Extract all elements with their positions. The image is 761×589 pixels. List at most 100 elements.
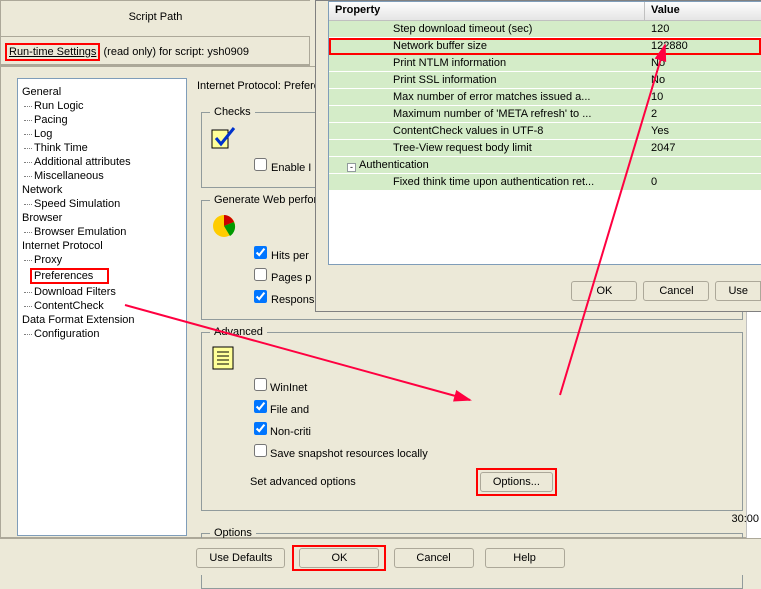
popup-button-bar: OK Cancel Use bbox=[571, 281, 761, 301]
options-button-highlight: Options... bbox=[476, 468, 557, 496]
grid-row[interactable]: Tree-View request body limit2047 bbox=[329, 140, 761, 157]
tree-network[interactable]: Network bbox=[20, 183, 184, 197]
tree-additional-attr[interactable]: Additional attributes bbox=[20, 155, 184, 169]
popup-ok-button[interactable]: OK bbox=[571, 281, 637, 301]
row-val: 0 bbox=[645, 175, 761, 189]
title-row: Run-time Settings (read only) for script… bbox=[0, 36, 310, 66]
row-val: 122880 bbox=[645, 39, 761, 53]
grid-row[interactable]: Print SSL informationNo bbox=[329, 72, 761, 89]
tree-panel: General Run Logic Pacing Log Think Time … bbox=[17, 78, 187, 536]
row-prop: ContentCheck values in UTF-8 bbox=[329, 124, 645, 138]
header-value[interactable]: Value bbox=[645, 2, 761, 20]
options-button[interactable]: Options... bbox=[480, 472, 553, 492]
options-grid: Property Value Step download timeout (se… bbox=[328, 1, 761, 265]
tree-pacing[interactable]: Pacing bbox=[20, 113, 184, 127]
fileand-checkbox[interactable] bbox=[254, 400, 267, 413]
use-defaults-button[interactable]: Use Defaults bbox=[196, 548, 285, 568]
grid-header: Property Value bbox=[329, 2, 761, 21]
tree-browser[interactable]: Browser bbox=[20, 211, 184, 225]
tree-run-logic[interactable]: Run Logic bbox=[20, 99, 184, 113]
row-val bbox=[645, 164, 761, 166]
list-icon bbox=[210, 344, 238, 372]
script-path-label: Script Path bbox=[129, 11, 183, 23]
tree-internet-protocol[interactable]: Internet Protocol bbox=[20, 239, 184, 253]
noncrit-checkbox[interactable] bbox=[254, 422, 267, 435]
tree-configuration[interactable]: Configuration bbox=[20, 327, 184, 341]
hits-checkbox[interactable] bbox=[254, 246, 267, 259]
pages-label: Pages p bbox=[271, 272, 311, 284]
grid-row-group[interactable]: - Authentication bbox=[329, 157, 761, 174]
checks-icon bbox=[210, 124, 238, 152]
winlnet-row[interactable]: WinInet bbox=[250, 375, 734, 394]
popup-use-button[interactable]: Use bbox=[715, 281, 761, 301]
row-val: 10 bbox=[645, 90, 761, 104]
fileand-row[interactable]: File and bbox=[250, 397, 734, 416]
tree-log[interactable]: Log bbox=[20, 127, 184, 141]
tree-browser-emu[interactable]: Browser Emulation bbox=[20, 225, 184, 239]
row-val: No bbox=[645, 56, 761, 70]
savesnap-checkbox[interactable] bbox=[254, 444, 267, 457]
fileand-label: File and bbox=[270, 404, 309, 416]
tree-think-time[interactable]: Think Time bbox=[20, 141, 184, 155]
response-checkbox[interactable] bbox=[254, 290, 267, 303]
grid-row[interactable]: Step download timeout (sec)120 bbox=[329, 21, 761, 38]
row-prop: Max number of error matches issued a... bbox=[329, 90, 645, 104]
grid-row[interactable]: ContentCheck values in UTF-8Yes bbox=[329, 123, 761, 140]
row-prop: Network buffer size bbox=[329, 39, 645, 53]
tree-data-format[interactable]: Data Format Extension bbox=[20, 313, 184, 327]
tree-proxy[interactable]: Proxy bbox=[20, 253, 184, 267]
savesnap-row[interactable]: Save snapshot resources locally bbox=[250, 441, 734, 460]
response-label: Respons bbox=[271, 294, 314, 306]
savesnap-label: Save snapshot resources locally bbox=[270, 448, 428, 460]
ok-button[interactable]: OK bbox=[299, 548, 379, 568]
row-prop: Fixed think time upon authentication ret… bbox=[329, 175, 645, 189]
cancel-button[interactable]: Cancel bbox=[394, 548, 474, 568]
collapse-icon[interactable]: - bbox=[347, 163, 356, 172]
side-strip bbox=[746, 312, 761, 538]
grid-row[interactable]: Max number of error matches issued a...1… bbox=[329, 89, 761, 106]
enable-checkbox[interactable] bbox=[254, 158, 267, 171]
row-val: 2047 bbox=[645, 141, 761, 155]
row-prop: Print NTLM information bbox=[329, 56, 645, 70]
grid-row[interactable]: Fixed think time upon authentication ret… bbox=[329, 174, 761, 191]
row-val: Yes bbox=[645, 124, 761, 138]
tree-speed-sim[interactable]: Speed Simulation bbox=[20, 197, 184, 211]
popup-cancel-button[interactable]: Cancel bbox=[643, 281, 709, 301]
winlnet-checkbox[interactable] bbox=[254, 378, 267, 391]
tree-general[interactable]: General bbox=[20, 85, 184, 99]
set-advanced-label: Set advanced options bbox=[250, 476, 356, 488]
row-prop: Tree-View request body limit bbox=[329, 141, 645, 155]
row-val: No bbox=[645, 73, 761, 87]
grid-row[interactable]: Print NTLM informationNo bbox=[329, 55, 761, 72]
row-val: 120 bbox=[645, 22, 761, 36]
row-prop: Step download timeout (sec) bbox=[329, 22, 645, 36]
noncrit-label: Non-criti bbox=[270, 426, 311, 438]
pie-chart-icon bbox=[210, 212, 238, 240]
pages-checkbox[interactable] bbox=[254, 268, 267, 281]
grid-row-highlighted[interactable]: Network buffer size122880 bbox=[329, 38, 761, 55]
bottom-button-bar: Use Defaults OK Cancel Help bbox=[0, 538, 761, 575]
runtime-settings-title: Run-time Settings bbox=[5, 43, 100, 61]
hits-label: Hits per bbox=[271, 250, 309, 262]
title-rest: (read only) for script: ysh0909 bbox=[100, 46, 249, 58]
side-time-label: 30:00 bbox=[731, 513, 759, 525]
row-val: 2 bbox=[645, 107, 761, 121]
row-prop: Print SSL information bbox=[329, 73, 645, 87]
tree-download-filters[interactable]: Download Filters bbox=[20, 285, 184, 299]
row-prop-group: Authentication bbox=[329, 158, 645, 172]
header-property[interactable]: Property bbox=[329, 2, 645, 20]
grid-row[interactable]: Maximum number of 'META refresh' to ...2 bbox=[329, 106, 761, 123]
set-advanced-row: Set advanced options Options... bbox=[250, 468, 734, 496]
checks-legend: Checks bbox=[210, 106, 255, 118]
tree-preferences[interactable]: Preferences bbox=[30, 268, 109, 284]
help-button[interactable]: Help bbox=[485, 548, 565, 568]
ok-highlight: OK bbox=[292, 545, 386, 571]
row-prop: Maximum number of 'META refresh' to ... bbox=[329, 107, 645, 121]
script-path-bar: Script Path bbox=[0, 0, 310, 36]
enable-label: Enable I bbox=[271, 162, 311, 174]
advanced-options-popup: Property Value Step download timeout (se… bbox=[315, 0, 761, 312]
winlnet-label: WinInet bbox=[270, 382, 307, 394]
tree-miscellaneous[interactable]: Miscellaneous bbox=[20, 169, 184, 183]
tree-content-check[interactable]: ContentCheck bbox=[20, 299, 184, 313]
noncrit-row[interactable]: Non-criti bbox=[250, 419, 734, 438]
